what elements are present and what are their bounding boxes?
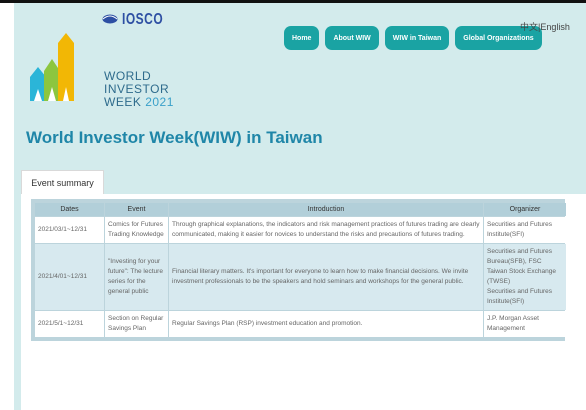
world-investor-week-logo-icon [30, 33, 74, 101]
cell-dates: 2021/03/1~12/31 [35, 217, 104, 243]
nav-home-button[interactable]: Home [284, 26, 320, 50]
table-header-row: Dates Event Introduction Organizer [35, 203, 566, 216]
cell-event: "Investing for your future": The lecture… [105, 244, 168, 310]
organizer-entry: Taiwan Stock Exchange (TWSE) [487, 268, 557, 285]
cell-dates: 2021/4/01~12/31 [35, 244, 104, 310]
cell-organizer: J.P. Morgan Asset Management [484, 311, 566, 337]
organizer-entry: J.P. Morgan Asset Management [487, 315, 539, 332]
organizer-entry: Securities and Futures Institute(SFI) [487, 288, 553, 305]
iosco-emblem-icon [102, 14, 118, 24]
cell-event: Section on Regular Savings Plan [105, 311, 168, 337]
cell-introduction: Through graphical explanations, the indi… [169, 217, 483, 243]
cell-event: Comics for Futures Trading Knowledge [105, 217, 168, 243]
cell-introduction: Regular Savings Plan (RSP) investment ed… [169, 311, 483, 337]
cell-organizer: Securities and Futures Bureau(SFB), FSC … [484, 244, 566, 310]
nav-about-wiw-button[interactable]: About WIW [325, 26, 379, 50]
wordmark-week: WEEK [104, 95, 142, 109]
cell-introduction: Financial literary matters. It's importa… [169, 244, 483, 310]
table-row: 2021/4/01~12/31 "Investing for your futu… [35, 244, 566, 310]
header-introduction: Introduction [169, 203, 483, 216]
world-investor-week-wordmark: WORLD INVESTOR WEEK 2021 [104, 70, 174, 109]
header-event: Event [105, 203, 168, 216]
table-row: 2021/03/1~12/31 Comics for Futures Tradi… [35, 217, 566, 243]
event-table-frame: Dates Event Introduction Organizer 2021/… [31, 199, 567, 341]
wordmark-line-week: WEEK 2021 [104, 96, 174, 109]
main-nav: Home About WIW WIW in Taiwan Global Orga… [284, 26, 542, 50]
table-row: 2021/5/1~12/31 Section on Regular Saving… [35, 311, 566, 337]
organizer-entry: Securities and Futures Bureau(SFB), FSC [487, 248, 553, 265]
event-summary-panel: Dates Event Introduction Organizer 2021/… [21, 194, 586, 410]
organizer-entry: Securities and Futures Institute(SFI) [487, 221, 553, 238]
header-organizer: Organizer [484, 203, 566, 216]
nav-wiw-in-taiwan-button[interactable]: WIW in Taiwan [384, 26, 450, 50]
page-title: World Investor Week(WIW) in Taiwan [26, 128, 323, 147]
lang-english-link[interactable]: English [540, 22, 570, 32]
tab-event-summary[interactable]: Event summary [21, 170, 104, 195]
language-switcher: 中文|English [520, 20, 570, 33]
cell-organizer: Securities and Futures Institute(SFI) [484, 217, 566, 243]
cell-dates: 2021/5/1~12/31 [35, 311, 104, 337]
lang-chinese-link[interactable]: 中文 [520, 22, 538, 32]
event-table: Dates Event Introduction Organizer 2021/… [34, 202, 567, 338]
iosco-logo[interactable]: IOSCO [102, 9, 164, 29]
page-background: IOSCO WORLD INVESTOR WEEK 2021 Home Abou… [14, 3, 586, 410]
iosco-text: IOSCO [122, 9, 164, 29]
wordmark-year: 2021 [145, 95, 174, 109]
header-dates: Dates [35, 203, 104, 216]
